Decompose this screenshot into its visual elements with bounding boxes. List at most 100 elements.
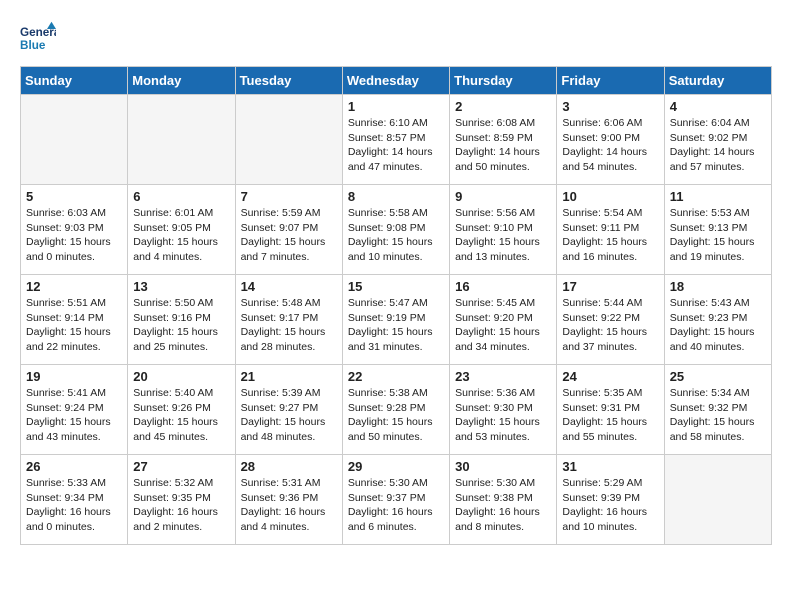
day-number: 22 [348, 369, 444, 384]
day-info: Sunrise: 5:29 AM Sunset: 9:39 PM Dayligh… [562, 476, 658, 535]
calendar-cell: 17 Sunrise: 5:44 AM Sunset: 9:22 PM Dayli… [557, 275, 664, 365]
day-info: Sunrise: 5:32 AM Sunset: 9:35 PM Dayligh… [133, 476, 229, 535]
calendar-cell [664, 455, 771, 545]
day-header-wednesday: Wednesday [342, 67, 449, 95]
calendar-cell: 9Sunrise: 5:56 AM Sunset: 9:10 PM Daylig… [450, 185, 557, 275]
day-number: 14 [241, 279, 337, 294]
days-header-row: SundayMondayTuesdayWednesdayThursdayFrid… [21, 67, 772, 95]
calendar-cell [21, 95, 128, 185]
day-info: Sunrise: 6:06 AM Sunset: 9:00 PM Dayligh… [562, 116, 658, 175]
day-header-saturday: Saturday [664, 67, 771, 95]
day-number: 2 [455, 99, 551, 114]
day-number: 15 [348, 279, 444, 294]
day-info: Sunrise: 5:58 AM Sunset: 9:08 PM Dayligh… [348, 206, 444, 265]
calendar-cell: 23 Sunrise: 5:36 AM Sunset: 9:30 PM Dayli… [450, 365, 557, 455]
day-number: 29 [348, 459, 444, 474]
calendar-cell [128, 95, 235, 185]
calendar-cell: 27 Sunrise: 5:32 AM Sunset: 9:35 PM Dayli… [128, 455, 235, 545]
day-number: 24 [562, 369, 658, 384]
calendar-cell: 4 Sunrise: 6:04 AM Sunset: 9:02 PM Daylig… [664, 95, 771, 185]
day-number: 19 [26, 369, 122, 384]
day-number: 4 [670, 99, 766, 114]
calendar-cell: 14 Sunrise: 5:48 AM Sunset: 9:17 PM Dayli… [235, 275, 342, 365]
day-info: Sunrise: 5:33 AM Sunset: 9:34 PM Dayligh… [26, 476, 122, 535]
day-number: 16 [455, 279, 551, 294]
day-info: Sunrise: 5:53 AM Sunset: 9:13 PM Dayligh… [670, 206, 766, 265]
calendar-cell: 2Sunrise: 6:08 AM Sunset: 8:59 PM Daylig… [450, 95, 557, 185]
logo: General Blue [20, 20, 60, 56]
calendar-cell: 21 Sunrise: 5:39 AM Sunset: 9:27 PM Dayli… [235, 365, 342, 455]
day-number: 17 [562, 279, 658, 294]
day-number: 10 [562, 189, 658, 204]
day-info: Sunrise: 5:44 AM Sunset: 9:22 PM Dayligh… [562, 296, 658, 355]
day-header-friday: Friday [557, 67, 664, 95]
calendar-cell: 8 Sunrise: 5:58 AM Sunset: 9:08 PM Daylig… [342, 185, 449, 275]
day-header-sunday: Sunday [21, 67, 128, 95]
day-number: 25 [670, 369, 766, 384]
calendar-cell: 31 Sunrise: 5:29 AM Sunset: 9:39 PM Dayli… [557, 455, 664, 545]
day-info: Sunrise: 5:34 AM Sunset: 9:32 PM Dayligh… [670, 386, 766, 445]
day-info: Sunrise: 5:36 AM Sunset: 9:30 PM Dayligh… [455, 386, 551, 445]
day-number: 23 [455, 369, 551, 384]
day-number: 8 [348, 189, 444, 204]
day-info: Sunrise: 5:51 AM Sunset: 9:14 PM Dayligh… [26, 296, 122, 355]
calendar-cell: 13Sunrise: 5:50 AM Sunset: 9:16 PM Dayli… [128, 275, 235, 365]
day-header-thursday: Thursday [450, 67, 557, 95]
calendar-cell: 11 Sunrise: 5:53 AM Sunset: 9:13 PM Dayli… [664, 185, 771, 275]
day-number: 31 [562, 459, 658, 474]
calendar-week-1: 1Sunrise: 6:10 AM Sunset: 8:57 PM Daylig… [21, 95, 772, 185]
day-info: Sunrise: 5:59 AM Sunset: 9:07 PM Dayligh… [241, 206, 337, 265]
calendar-cell: 26 Sunrise: 5:33 AM Sunset: 9:34 PM Dayli… [21, 455, 128, 545]
calendar-cell: 19 Sunrise: 5:41 AM Sunset: 9:24 PM Dayli… [21, 365, 128, 455]
day-number: 21 [241, 369, 337, 384]
day-info: Sunrise: 5:35 AM Sunset: 9:31 PM Dayligh… [562, 386, 658, 445]
day-info: Sunrise: 6:04 AM Sunset: 9:02 PM Dayligh… [670, 116, 766, 175]
calendar-cell: 10 Sunrise: 5:54 AM Sunset: 9:11 PM Dayli… [557, 185, 664, 275]
day-info: Sunrise: 5:45 AM Sunset: 9:20 PM Dayligh… [455, 296, 551, 355]
day-number: 11 [670, 189, 766, 204]
day-info: Sunrise: 5:47 AM Sunset: 9:19 PM Dayligh… [348, 296, 444, 355]
day-info: Sunrise: 5:39 AM Sunset: 9:27 PM Dayligh… [241, 386, 337, 445]
day-number: 6 [133, 189, 229, 204]
logo-icon: General Blue [20, 20, 56, 56]
day-info: Sunrise: 5:43 AM Sunset: 9:23 PM Dayligh… [670, 296, 766, 355]
calendar-table: SundayMondayTuesdayWednesdayThursdayFrid… [20, 66, 772, 545]
day-info: Sunrise: 5:48 AM Sunset: 9:17 PM Dayligh… [241, 296, 337, 355]
day-number: 1 [348, 99, 444, 114]
calendar-cell: 12 Sunrise: 5:51 AM Sunset: 9:14 PM Dayli… [21, 275, 128, 365]
calendar-cell: 16 Sunrise: 5:45 AM Sunset: 9:20 PM Dayli… [450, 275, 557, 365]
calendar-cell: 3 Sunrise: 6:06 AM Sunset: 9:00 PM Daylig… [557, 95, 664, 185]
calendar-week-5: 26 Sunrise: 5:33 AM Sunset: 9:34 PM Dayli… [21, 455, 772, 545]
day-number: 5 [26, 189, 122, 204]
calendar-week-2: 5Sunrise: 6:03 AM Sunset: 9:03 PM Daylig… [21, 185, 772, 275]
calendar-cell: 30 Sunrise: 5:30 AM Sunset: 9:38 PM Dayli… [450, 455, 557, 545]
day-info: Sunrise: 5:31 AM Sunset: 9:36 PM Dayligh… [241, 476, 337, 535]
calendar-cell: 1Sunrise: 6:10 AM Sunset: 8:57 PM Daylig… [342, 95, 449, 185]
svg-text:Blue: Blue [20, 39, 46, 52]
calendar-cell: 15 Sunrise: 5:47 AM Sunset: 9:19 PM Dayli… [342, 275, 449, 365]
day-number: 26 [26, 459, 122, 474]
calendar-cell: 22 Sunrise: 5:38 AM Sunset: 9:28 PM Dayli… [342, 365, 449, 455]
day-info: Sunrise: 5:30 AM Sunset: 9:38 PM Dayligh… [455, 476, 551, 535]
day-number: 3 [562, 99, 658, 114]
day-number: 20 [133, 369, 229, 384]
calendar-week-4: 19 Sunrise: 5:41 AM Sunset: 9:24 PM Dayli… [21, 365, 772, 455]
calendar-cell: 24 Sunrise: 5:35 AM Sunset: 9:31 PM Dayli… [557, 365, 664, 455]
day-info: Sunrise: 5:40 AM Sunset: 9:26 PM Dayligh… [133, 386, 229, 445]
calendar-cell [235, 95, 342, 185]
day-number: 30 [455, 459, 551, 474]
calendar-cell: 28 Sunrise: 5:31 AM Sunset: 9:36 PM Dayli… [235, 455, 342, 545]
day-info: Sunrise: 5:30 AM Sunset: 9:37 PM Dayligh… [348, 476, 444, 535]
page-header: General Blue [20, 20, 772, 56]
day-number: 27 [133, 459, 229, 474]
day-info: Sunrise: 5:38 AM Sunset: 9:28 PM Dayligh… [348, 386, 444, 445]
day-info: Sunrise: 5:50 AM Sunset: 9:16 PM Dayligh… [133, 296, 229, 355]
day-number: 9 [455, 189, 551, 204]
day-header-tuesday: Tuesday [235, 67, 342, 95]
calendar-week-3: 12 Sunrise: 5:51 AM Sunset: 9:14 PM Dayli… [21, 275, 772, 365]
day-info: Sunrise: 5:41 AM Sunset: 9:24 PM Dayligh… [26, 386, 122, 445]
day-number: 28 [241, 459, 337, 474]
day-number: 12 [26, 279, 122, 294]
day-info: Sunrise: 5:54 AM Sunset: 9:11 PM Dayligh… [562, 206, 658, 265]
day-number: 18 [670, 279, 766, 294]
